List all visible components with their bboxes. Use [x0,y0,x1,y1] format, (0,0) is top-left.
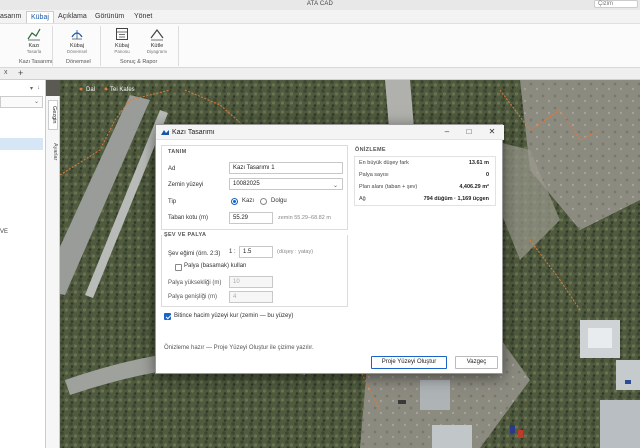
map-label-tel-kafes: Tel Kafes [110,87,135,93]
left-sidebar: ⌄ VE ↓ ▾ [0,80,46,448]
chevron-down-icon: ⌄ [33,99,39,105]
side-vertical-tabs: Gezgin Ayarlar [46,96,60,448]
volume-dashboard-sub: Panosu [114,49,130,54]
status-text: Önizleme hazır — Proje Yüzeyi Oluştur il… [164,345,314,351]
periodic-volume-icon [71,30,83,40]
type-option-cut: Kazı [242,198,255,204]
bench-width-field[interactable]: 4 [229,291,273,303]
preview-row: En büyük düşey fark 13.61 m [355,158,493,169]
ribbon-separator [100,26,101,66]
preview-value: 794 düğüm · 1,169 üçgen [423,196,489,202]
preview-value: 4,406.29 m² [459,184,489,190]
ribbon: Kazı Tasarla Kübaj Dönemsel Kübaj Panosu… [0,24,640,68]
menu-item-aciklama[interactable]: Açıklama [58,13,87,20]
preview-row: Plan alanı (taban + şev) 4,406.29 m² [355,182,493,193]
mass-haul-button[interactable]: Kütle Diyagramı [144,27,170,54]
volume-surface-label: Bitince hacim yüzeyi kur (zemin — bu yüz… [174,313,294,319]
ribbon-separator [178,26,179,66]
tab-ayarlar[interactable]: Ayarlar [48,138,58,166]
menu-item-yonet[interactable]: Yönet [134,13,152,20]
volume-dashboard-icon [116,28,128,40]
slope-bench-panel: ŞEV VE PALYA Şev eğimi (örn. 2:3) 1 : 1.… [161,232,348,307]
excavation-design-icon [27,28,41,41]
bench-checkbox-label: Palya (basamak) kullan [184,263,247,269]
mass-haul-sub: Diyagramı [146,49,168,54]
preview-row: Ağ 794 düğüm · 1,169 üçgen [355,194,493,205]
bench-checkbox[interactable] [175,264,182,271]
close-tab-icon[interactable]: x [4,69,8,76]
mass-haul-icon [150,29,164,41]
slope-bench-header: ŞEV VE PALYA [164,232,207,238]
preview-key: Palya sayısı [359,172,389,178]
search-input[interactable]: Çizim [594,0,638,8]
type-option-fill: Dolgu [271,198,287,204]
ground-surface-label: Zemin yüzeyi [168,182,204,188]
slope-ratio-prefix: 1 : [229,249,236,255]
name-field[interactable]: Kazı Tasarımı 1 [229,162,343,174]
menu-item-tasarim[interactable]: asarım [0,13,21,20]
preview-value: 13.61 m [468,160,489,166]
preview-key: Ağ [359,196,366,202]
volume-dashboard-button[interactable]: Kübaj Panosu [110,27,134,54]
map-label-dal: Dal [86,87,95,93]
map-marker[interactable] [79,87,83,91]
bottom-elevation-field[interactable]: 55.29 [229,212,273,224]
dialog-title-bar[interactable]: Kazı Tasarımı – □ ✕ [156,125,504,140]
preview-row: Palya sayısı 0 [355,170,493,181]
excavation-design-dialog: Kazı Tasarımı – □ ✕ TANIM Ad Kazı Tasarı… [155,124,504,374]
maximize-icon[interactable]: □ [464,127,474,137]
bottom-elevation-label: Taban kotu (m) [168,215,209,221]
ribbon-group-excavation: Kazı Tasarımı [19,59,53,65]
menu-bar: asarım Kübaj Açıklama Görünüm Yönet [0,10,640,24]
name-label: Ad [168,166,176,172]
menu-item-kubaj[interactable]: Kübaj [26,11,54,23]
document-tabstrip: x + [0,68,640,80]
tab-gezgin[interactable]: Gezgin [48,100,58,130]
preview-panel: En büyük düşey fark 13.61 m Palya sayısı… [354,156,496,206]
periodic-volume-button[interactable]: Kübaj Dönemsel [64,27,90,54]
ribbon-group-results: Sonuç & Rapor [120,59,158,65]
excavation-design-sub: Tasarla [26,49,42,54]
pin-icon[interactable]: ↓ [37,85,40,91]
preview-header: ÖNİZLEME [355,147,386,153]
ground-surface-select[interactable]: 10082025 ⌄ [229,178,343,190]
title-bar: ATA CAD Çizim [0,0,640,10]
panel-menu-icon[interactable]: ▾ [30,85,33,92]
cancel-button[interactable]: Vazgeç [455,356,498,369]
bench-width-label: Palya genişliği (m) [168,294,218,300]
sidebar-selected-item[interactable] [0,138,43,150]
preview-key: En büyük düşey fark [359,160,409,166]
excavation-app-icon [161,130,169,135]
menu-item-gorunum[interactable]: Görünüm [95,13,124,20]
map-marker[interactable] [104,87,108,91]
bottom-elevation-hint: zemin 55.29–68.82 m [278,215,331,221]
definition-panel: TANIM Ad Kazı Tasarımı 1 Zemin yüzeyi 10… [161,145,348,230]
create-project-surface-button[interactable]: Proje Yüzeyi Oluştur [371,356,447,369]
slope-ratio-label: Şev eğimi (örn. 2:3) [168,251,221,257]
add-tab-icon[interactable]: + [18,68,23,78]
type-radio-fill[interactable] [260,198,267,205]
slope-ratio-hint: (düşey : yatay) [277,249,314,255]
preview-value: 0 [485,172,489,178]
ground-surface-value: 10082025 [233,181,260,187]
sidebar-dropdown[interactable]: ⌄ [0,96,43,108]
close-icon[interactable]: ✕ [487,127,497,137]
definition-header: TANIM [168,149,187,155]
sidebar-text: VE [0,229,9,235]
periodic-volume-sub: Dönemsel [66,49,88,54]
bench-height-label: Palya yüksekliği (m) [168,280,222,286]
bench-height-field[interactable]: 10 [229,276,273,288]
type-radio-cut[interactable] [231,198,238,205]
volume-surface-checkbox[interactable] [164,313,171,320]
app-title: ATA CAD [306,1,334,7]
slope-ratio-field[interactable]: 1.5 [239,246,273,258]
excavation-design-button[interactable]: Kazı Tasarla [22,27,46,54]
chevron-down-icon: ⌄ [332,183,338,189]
dialog-title: Kazı Tasarımı [172,129,215,136]
type-label: Tip [168,199,177,205]
preview-key: Plan alanı (taban + şev) [359,184,418,190]
minimize-icon[interactable]: – [442,127,452,137]
ribbon-group-periodic: Dönemsel [66,59,91,65]
